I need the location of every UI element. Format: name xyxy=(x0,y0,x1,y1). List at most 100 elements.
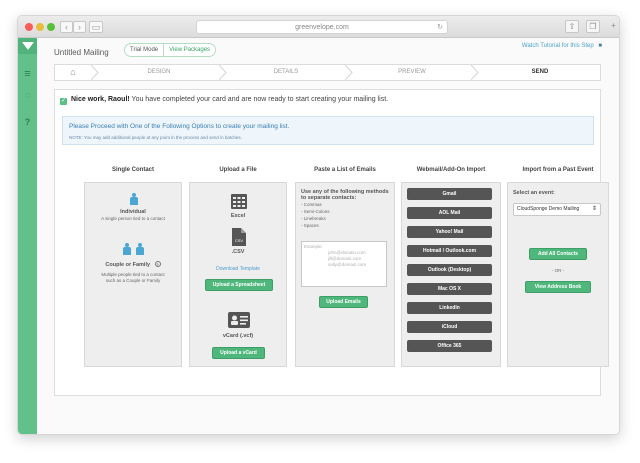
couple-icon-second xyxy=(136,243,144,255)
view-address-book-button[interactable]: View Address Book xyxy=(525,281,591,293)
help-circle-icon[interactable]: ? xyxy=(154,261,161,267)
select-event-label: Select an event: xyxy=(513,190,555,196)
browser-titlebar: ‹ › ▭ greenvelope.com ↻ ⇧ ❐ + xyxy=(18,16,619,38)
step-progress: ⌂ DESIGN DETAILS PREVIEW SEND xyxy=(54,64,601,81)
spreadsheet-icon[interactable] xyxy=(231,194,247,209)
couple-desc-2: such as a Couple or Family xyxy=(105,278,161,283)
csv-file-icon[interactable]: CSV xyxy=(232,228,246,246)
view-packages-link[interactable]: View Packages xyxy=(164,44,215,56)
sidebar-toggle-button[interactable]: ▭ xyxy=(89,21,103,33)
logo-area[interactable] xyxy=(18,38,37,54)
step-separator-icon xyxy=(91,65,99,80)
address-bar[interactable]: greenvelope.com ↻ xyxy=(196,20,448,34)
past-event-column: Select an event: CloudSponge Demo Mailin… xyxy=(507,182,609,367)
upload-file-heading: Upload a File xyxy=(219,167,257,173)
step-separator-icon xyxy=(345,65,353,80)
forward-button[interactable]: › xyxy=(73,21,86,33)
tutorial-link[interactable]: Watch Tutorial for this Step ■ xyxy=(522,43,602,49)
step-send[interactable]: SEND xyxy=(479,65,601,80)
vcard-label: vCard (.vcf) xyxy=(222,333,254,339)
gmail-button[interactable]: Gmail xyxy=(407,188,492,200)
zoom-window-button[interactable] xyxy=(47,23,55,31)
upload-vcard-button[interactable]: Upload a vCard xyxy=(212,347,265,359)
paste-instructions-2: to separate contacts: xyxy=(301,195,357,201)
share-button[interactable]: ⇧ xyxy=(565,20,579,33)
couple-icon[interactable] xyxy=(123,243,131,255)
excel-label: Excel xyxy=(230,213,246,219)
outlook-desktop-button[interactable]: Outlook (Desktop) xyxy=(407,264,492,276)
info-box: Please Proceed with One of the Following… xyxy=(62,116,594,145)
webmail-heading: Webmail/Add-On Import xyxy=(416,167,486,173)
individual-icon[interactable] xyxy=(130,193,138,205)
step-separator-icon xyxy=(219,65,227,80)
individual-desc: A single person tied to a contact xyxy=(101,216,165,221)
vcard-icon[interactable] xyxy=(228,312,250,328)
step-details[interactable]: DETAILS xyxy=(227,65,345,80)
csv-label: .CSV xyxy=(231,249,245,255)
step-home[interactable]: ⌂ xyxy=(55,65,91,80)
select-arrows-icon: ⇕ xyxy=(591,206,597,212)
step-preview[interactable]: PREVIEW xyxy=(353,65,471,80)
help-icon[interactable]: ? xyxy=(18,117,37,127)
success-message: ✓ Nice work, Raoul! You have completed yo… xyxy=(60,96,388,105)
paste-emails-heading: Paste a List of Emails xyxy=(314,167,376,173)
paste-emails-column: Use any of the following methods to sepa… xyxy=(295,182,395,367)
past-event-select[interactable]: CloudSponge Demo Mailing ⇕ xyxy=(513,203,601,216)
single-contact-heading: Single Contact xyxy=(111,167,154,173)
upload-file-column: Excel CSV .CSV Download Template Upload … xyxy=(189,182,287,367)
mac-os-x-button[interactable]: Mac OS X xyxy=(407,283,492,295)
placeholder-label: Example: xyxy=(304,244,323,249)
tabs-overview-button[interactable]: ❐ xyxy=(586,20,600,33)
selected-event-text: CloudSponge Demo Mailing xyxy=(517,206,580,212)
send-panel: ✓ Nice work, Raoul! You have completed yo… xyxy=(54,89,609,396)
step-separator-icon xyxy=(471,65,479,80)
hotmail-outlook-button[interactable]: Hotmail / Outlook.com xyxy=(407,245,492,257)
individual-title[interactable]: Individual xyxy=(85,209,181,215)
url-text: greenvelope.com xyxy=(295,24,349,31)
menu-icon[interactable]: ≡ xyxy=(18,68,37,80)
linkedin-button[interactable]: LinkedIn xyxy=(407,302,492,314)
minimize-window-button[interactable] xyxy=(36,23,44,31)
method-semicolons: - Semi-Colons xyxy=(301,209,330,214)
placeholder-email-3: sally@domain.com xyxy=(328,262,367,267)
yahoo-mail-button[interactable]: Yahoo! Mail xyxy=(407,226,492,238)
app-sidebar: ≡ ◌ ? xyxy=(18,38,37,434)
plan-pill: Trial Mode View Packages xyxy=(124,43,217,57)
add-all-contacts-button[interactable]: Add All Contacts xyxy=(529,248,587,260)
home-icon: ⌂ xyxy=(70,67,76,77)
chat-icon[interactable]: ◌ xyxy=(18,90,37,100)
download-template-link[interactable]: Download Template xyxy=(190,266,286,272)
upload-emails-button[interactable]: Upload Emails xyxy=(319,296,368,308)
trial-mode-label: Trial Mode xyxy=(125,44,165,56)
method-linebreaks: - Linebreaks xyxy=(301,216,326,221)
video-icon: ■ xyxy=(598,43,602,49)
or-divider: - OR - xyxy=(551,268,565,273)
new-tab-button[interactable]: + xyxy=(608,20,619,33)
single-contact-column: Individual A single person tied to a con… xyxy=(84,182,182,367)
tutorial-link-text[interactable]: Watch Tutorial for this Step xyxy=(522,43,594,49)
mailing-title[interactable]: Untitled Mailing xyxy=(54,48,109,57)
reload-icon[interactable]: ↻ xyxy=(437,21,443,34)
success-rest: You have completed your card and are now… xyxy=(129,96,389,103)
couple-title-text: Couple or Family xyxy=(105,262,151,268)
office-365-button[interactable]: Office 365 xyxy=(407,340,492,352)
check-icon: ✓ xyxy=(60,98,67,105)
email-list-textarea[interactable]: Example: john@domain.com jill@domain.com… xyxy=(301,241,387,287)
step-design[interactable]: DESIGN xyxy=(99,65,219,80)
back-button[interactable]: ‹ xyxy=(60,21,73,33)
info-line-1: Please Proceed with One of the Following… xyxy=(69,123,290,130)
past-event-heading: Import from a Past Event xyxy=(522,167,594,173)
success-bold: Nice work, Raoul! xyxy=(71,96,130,103)
browser-window: ‹ › ▭ greenvelope.com ↻ ⇧ ❐ + ≡ ◌ ? Unti… xyxy=(17,15,620,435)
main-content: Untitled Mailing Trial Mode View Packages… xyxy=(37,38,619,434)
info-note: NOTE: You may add additional people at a… xyxy=(69,135,242,140)
method-commas: - Commas xyxy=(301,202,322,207)
upload-spreadsheet-button[interactable]: Upload a Spreadsheet xyxy=(205,279,273,291)
couple-title[interactable]: Couple or Family ? xyxy=(85,261,181,268)
webmail-column: Gmail AOL Mail Yahoo! Mail Hotmail / Out… xyxy=(401,182,501,367)
logo-icon xyxy=(22,42,34,50)
close-window-button[interactable] xyxy=(25,23,33,31)
icloud-button[interactable]: iCloud xyxy=(407,321,492,333)
method-spaces: - Spaces xyxy=(301,223,319,228)
aol-mail-button[interactable]: AOL Mail xyxy=(407,207,492,219)
